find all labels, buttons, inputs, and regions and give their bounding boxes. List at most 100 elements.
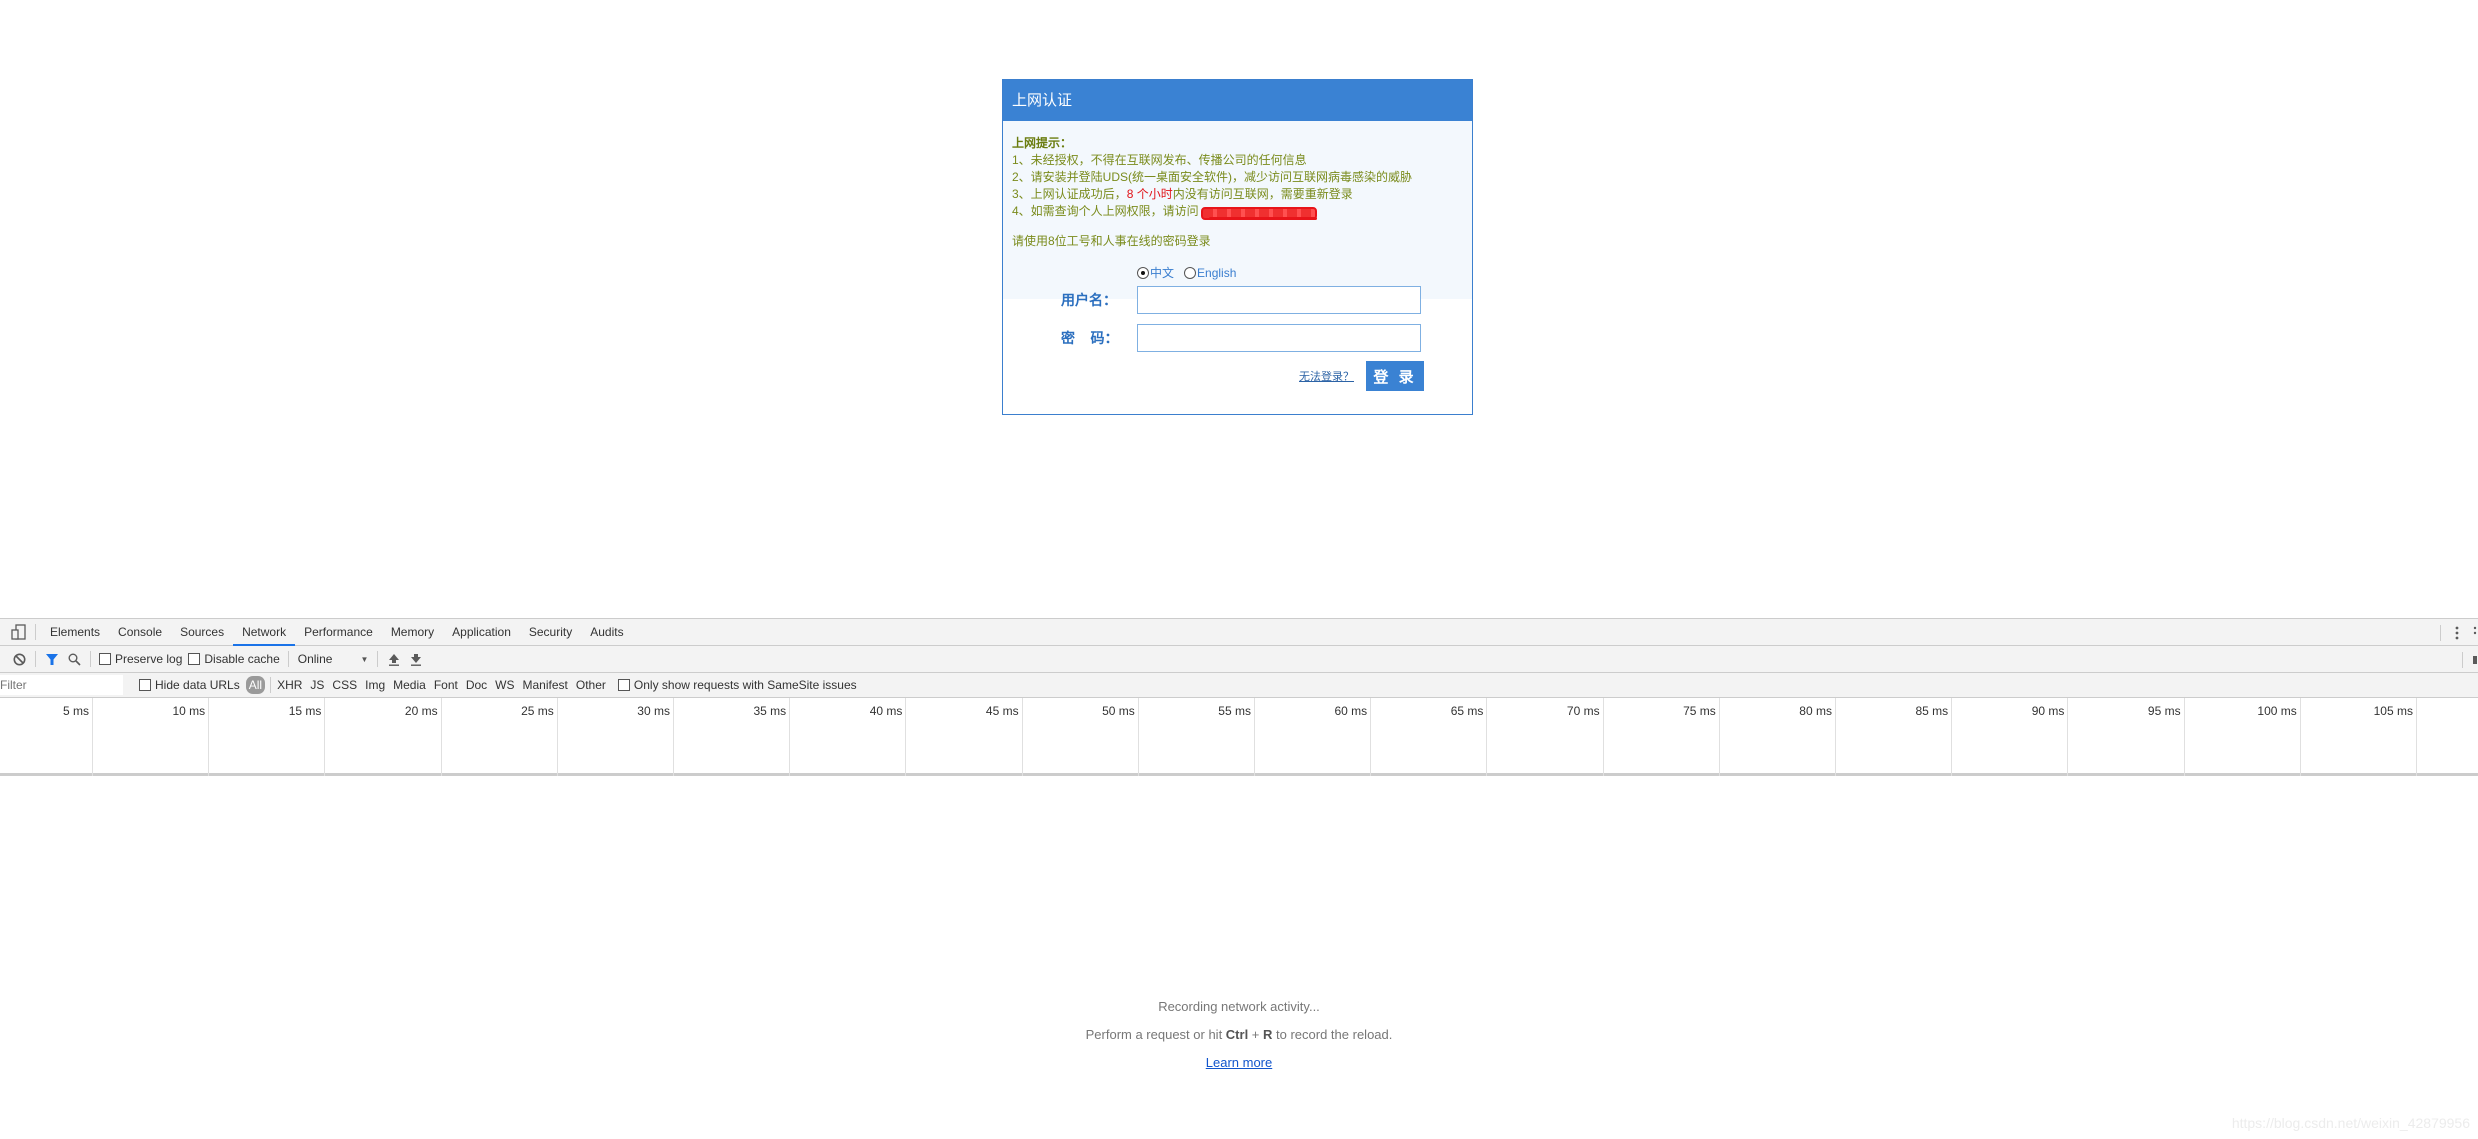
samesite-checkbox[interactable]: Only show requests with SameSite issues: [617, 678, 857, 692]
throttling-value: Online: [297, 652, 333, 666]
timeline-tick: 90 ms: [1952, 698, 2069, 776]
filter-type-font[interactable]: Font: [430, 676, 462, 694]
tab-console[interactable]: Console: [109, 619, 171, 646]
devtools-panel: Elements Console Sources Network Perform…: [0, 618, 2478, 1139]
network-empty-state: Recording network activity... Perform a …: [0, 993, 2478, 1077]
network-toolbar: Preserve log Disable cache Online ▼: [0, 646, 2478, 673]
checkbox[interactable]: [99, 653, 111, 665]
export-har-icon[interactable]: [405, 648, 427, 670]
login-button[interactable]: 登 录: [1366, 361, 1424, 391]
samesite-label: Only show requests with SameSite issues: [633, 678, 857, 692]
shortcut-key: R: [1263, 1027, 1273, 1042]
filter-type-all[interactable]: All: [245, 676, 266, 694]
shortcut-key: Ctrl: [1225, 1027, 1249, 1042]
tab-memory[interactable]: Memory: [382, 619, 443, 646]
timeline-tick: 70 ms: [1487, 698, 1604, 776]
timeline-tick: 45 ms: [906, 698, 1023, 776]
tab-network[interactable]: Network: [233, 619, 296, 646]
settings-gear-icon[interactable]: [2468, 649, 2478, 671]
timeline-tick: 5 ms: [0, 698, 93, 776]
notice-item: 3、上网认证成功后，8 个小时内没有访问互联网，需要重新登录: [1012, 186, 1463, 203]
password-row: 密 码：: [1061, 324, 1421, 352]
close-devtools-icon[interactable]: [2468, 622, 2478, 644]
tab-sources[interactable]: Sources: [171, 619, 233, 646]
filter-type-img[interactable]: Img: [361, 676, 389, 694]
divider: [377, 651, 379, 667]
learn-more-link[interactable]: Learn more: [1206, 1055, 1272, 1070]
filter-type-manifest[interactable]: Manifest: [519, 676, 572, 694]
filter-input[interactable]: [0, 675, 123, 695]
timeline-tick: 100 ms: [2185, 698, 2301, 776]
network-overview-timeline[interactable]: 5 ms 10 ms 15 ms 20 ms 25 ms 30 ms 35 ms 40 ms 4…: [0, 698, 2478, 776]
clear-icon[interactable]: [8, 648, 30, 670]
disable-cache-checkbox[interactable]: Disable cache: [188, 652, 280, 666]
checkbox[interactable]: [617, 679, 630, 691]
timeline-tick: 30 ms: [558, 698, 674, 776]
password-label: 密 码：: [1061, 330, 1119, 346]
timeline-tick: 10 ms: [93, 698, 210, 776]
preserve-log-checkbox[interactable]: Preserve log: [99, 652, 182, 666]
timeline-tick: 25 ms: [442, 698, 558, 776]
filter-type-doc[interactable]: Doc: [462, 676, 491, 694]
notice-item: 4、如需查询个人上网权限，请访问: [1012, 203, 1463, 220]
password-input[interactable]: [1137, 324, 1421, 352]
filter-type-xhr[interactable]: XHR: [273, 676, 306, 694]
timeline-tick: 65 ms: [1371, 698, 1488, 776]
timeline-tick: 20 ms: [325, 698, 442, 776]
disable-cache-label: Disable cache: [204, 652, 280, 666]
timeline-tick: 55 ms: [1139, 698, 1255, 776]
language-option-chinese[interactable]: 中文: [1137, 264, 1174, 281]
filter-icon[interactable]: [41, 648, 63, 670]
throttling-select[interactable]: Online ▼: [294, 652, 373, 666]
search-icon[interactable]: [63, 648, 85, 670]
filter-type-css[interactable]: CSS: [328, 676, 361, 694]
web-page: 上网认证 上网提示： 1、未经授权，不得在互联网发布、传播公司的任何信息 2、请…: [0, 0, 2478, 618]
tab-audits[interactable]: Audits: [581, 619, 632, 646]
notice-item: 2、请安装并登陆UDS(统一桌面安全软件)，减少访问互联网病毒感染的威胁: [1012, 170, 1413, 184]
divider: [90, 651, 91, 667]
filter-type-other[interactable]: Other: [572, 676, 610, 694]
devtools-right-tools: [2435, 619, 2478, 646]
more-options-icon[interactable]: [2446, 622, 2468, 644]
login-panel: 上网认证 上网提示： 1、未经授权，不得在互联网发布、传播公司的任何信息 2、请…: [1002, 79, 1473, 415]
divider: [2462, 651, 2463, 668]
notice-item: 1、未经授权，不得在互联网发布、传播公司的任何信息: [1012, 153, 1307, 167]
language-option-english[interactable]: English: [1184, 266, 1236, 280]
timeline-tick: 75 ms: [1604, 698, 1720, 776]
radio-checked-icon[interactable]: [1137, 266, 1149, 279]
hide-data-urls-label: Hide data URLs: [155, 678, 240, 692]
timeline-tick: 105 ms: [2301, 698, 2417, 776]
dropdown-arrow-icon: ▼: [360, 654, 369, 664]
language-selector: 中文 English: [1137, 264, 1236, 281]
timeline-tick: 80 ms: [1720, 698, 1836, 776]
login-hint: 请使用8位工号和人事在线的密码登录: [1012, 234, 1211, 248]
language-label: 中文: [1150, 266, 1175, 280]
cant-login-link[interactable]: 无法登录？: [1299, 368, 1354, 384]
network-settings-area: [2457, 646, 2478, 673]
tab-elements[interactable]: Elements: [41, 619, 109, 646]
divider: [35, 651, 36, 667]
tab-performance[interactable]: Performance: [295, 619, 382, 646]
preserve-log-label: Preserve log: [115, 652, 183, 666]
import-har-icon[interactable]: [383, 648, 405, 670]
filter-type-media[interactable]: Media: [389, 676, 430, 694]
checkbox[interactable]: [139, 679, 151, 691]
username-input[interactable]: [1137, 286, 1421, 314]
device-toolbar-icon[interactable]: [8, 621, 30, 643]
notice-item-text: 内没有访问互联网，需要重新登录: [1172, 187, 1353, 201]
checkbox[interactable]: [188, 653, 201, 665]
login-header: 上网认证: [1003, 80, 1472, 121]
timeline-tick: 35 ms: [674, 698, 791, 776]
watermark: https://blog.csdn.net/weixin_42879956: [2231, 1115, 2470, 1131]
divider: [270, 677, 272, 693]
tab-application[interactable]: Application: [443, 619, 520, 646]
reload-hint-text: to record the reload.: [1272, 1027, 1393, 1042]
hide-data-urls-checkbox[interactable]: Hide data URLs: [139, 678, 240, 692]
radio-unchecked-icon[interactable]: [1184, 266, 1197, 279]
notice-item-text: 3、上网认证成功后，: [1012, 187, 1127, 201]
filter-type-js[interactable]: JS: [306, 676, 328, 694]
divider: [287, 651, 289, 667]
tab-security[interactable]: Security: [520, 619, 581, 646]
filter-type-ws[interactable]: WS: [491, 676, 518, 694]
timeline-tick: 60 ms: [1255, 698, 1372, 776]
